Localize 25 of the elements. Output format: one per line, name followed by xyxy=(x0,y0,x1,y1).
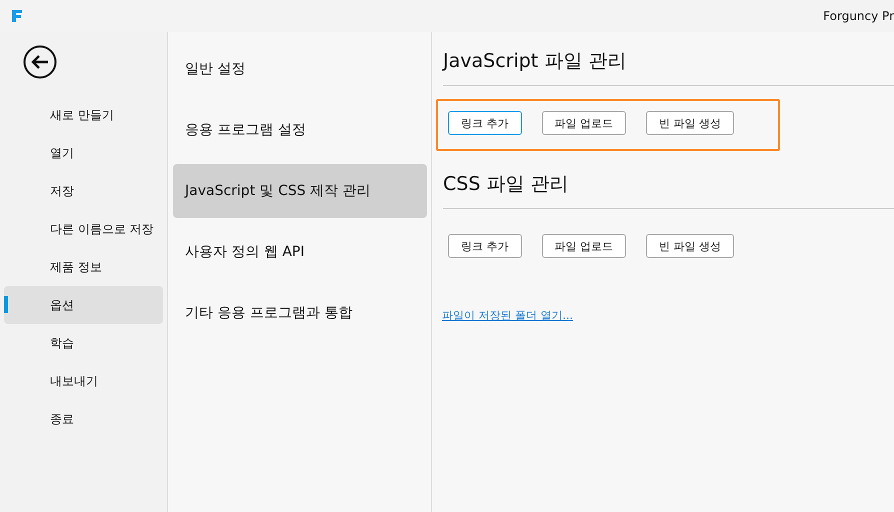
action-button[interactable]: 빈 파일 생성 xyxy=(646,111,734,135)
category-item[interactable]: JavaScript 및 CSS 제작 관리 xyxy=(173,164,427,218)
sidebar-item[interactable]: 내보내기 xyxy=(4,362,163,400)
sidebar-item[interactable]: 종료 xyxy=(4,400,163,438)
category-item[interactable]: 기타 응용 프로그램과 통합 xyxy=(173,286,427,340)
category-item[interactable]: 응용 프로그램 설정 xyxy=(173,103,427,157)
sidebar-item[interactable]: 저장 xyxy=(4,172,163,210)
open-folder-link[interactable]: 파일이 저장된 폴더 열기... xyxy=(442,308,573,323)
action-button[interactable]: 파일 업로드 xyxy=(542,111,626,135)
sidebar-item[interactable]: 제품 정보 xyxy=(4,248,163,286)
category-item[interactable]: 일반 설정 xyxy=(173,42,427,96)
action-button[interactable]: 링크 추가 xyxy=(448,234,522,258)
sidebar-item[interactable]: 다른 이름으로 저장 xyxy=(4,210,163,248)
sidebar-item[interactable]: 옵션 xyxy=(4,286,163,324)
action-button[interactable]: 빈 파일 생성 xyxy=(646,234,734,258)
sidebar-item[interactable]: 새로 만들기 xyxy=(4,96,163,134)
action-button[interactable]: 링크 추가 xyxy=(448,111,522,135)
app-logo-icon xyxy=(12,10,22,22)
sidebar-item[interactable]: 열기 xyxy=(4,134,163,172)
action-button[interactable]: 파일 업로드 xyxy=(542,234,626,258)
section-heading: CSS 파일 관리 xyxy=(442,172,568,197)
window-title: Forguncy Pr xyxy=(823,9,894,23)
section-heading: JavaScript 파일 관리 xyxy=(442,49,626,74)
sidebar-item[interactable]: 학습 xyxy=(4,324,163,362)
category-item[interactable]: 사용자 정의 웹 API xyxy=(173,225,427,279)
